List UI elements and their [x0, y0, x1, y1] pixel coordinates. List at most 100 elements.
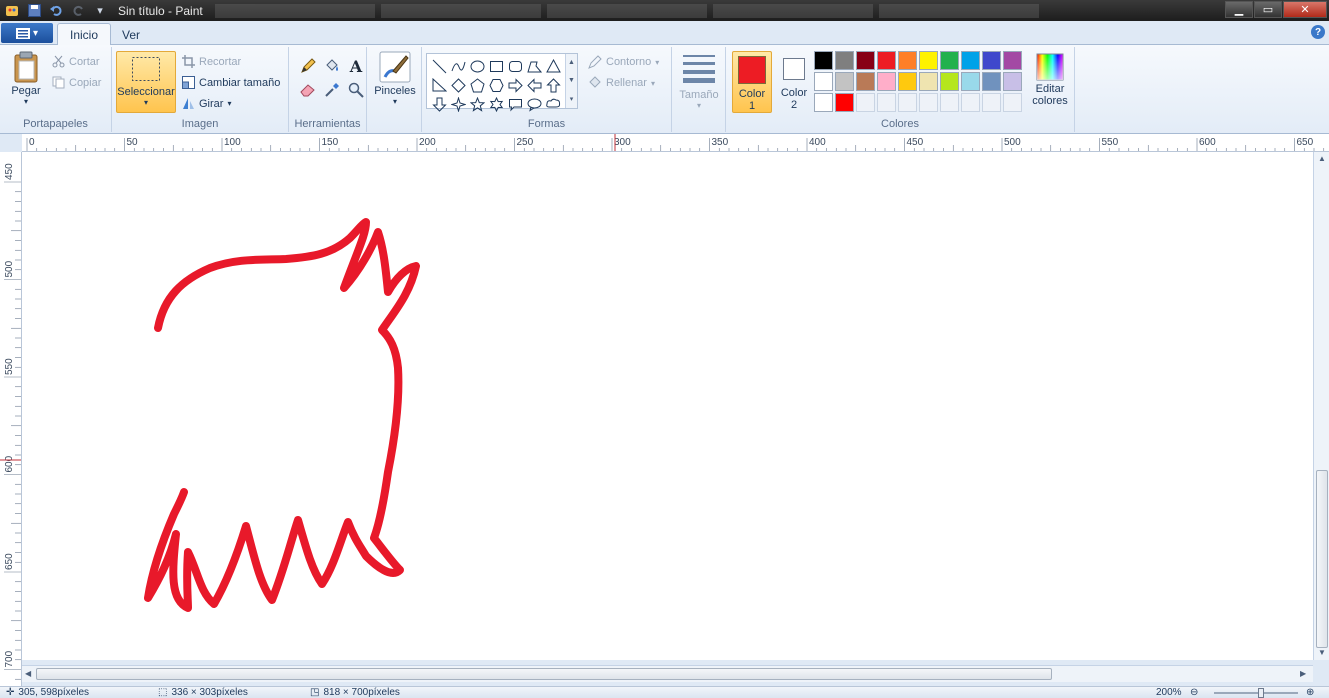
tab-inicio[interactable]: Inicio — [57, 23, 112, 46]
palette-color-swatch[interactable] — [877, 72, 896, 91]
color2-button[interactable]: Color 2 — [774, 51, 814, 113]
rectangle-shape-icon[interactable] — [487, 57, 506, 76]
resize-button[interactable]: Cambiar tamaño — [182, 76, 280, 89]
scroll-down-arrow-icon[interactable]: ▼ — [1318, 648, 1326, 657]
expand-gallery-icon[interactable]: ▾ — [570, 95, 574, 103]
copy-button[interactable]: Copiar — [52, 76, 101, 89]
palette-color-swatch[interactable] — [1003, 51, 1022, 70]
zoom-in-icon[interactable]: ⊕ — [1306, 687, 1314, 698]
brushes-button[interactable]: Pinceles ▾ — [372, 51, 418, 106]
vertical-scroll-thumb[interactable] — [1316, 470, 1328, 648]
rounded-rectangle-shape-icon[interactable] — [506, 57, 525, 76]
five-point-star-shape-icon[interactable] — [468, 95, 487, 114]
line-shape-icon[interactable] — [430, 57, 449, 76]
edit-colors-button[interactable]: Editar colores — [1028, 53, 1072, 107]
help-icon[interactable]: ? — [1311, 25, 1325, 39]
palette-color-swatch[interactable] — [835, 72, 854, 91]
palette-color-swatch[interactable] — [856, 51, 875, 70]
palette-color-swatch[interactable] — [940, 72, 959, 91]
palette-color-swatch[interactable] — [898, 72, 917, 91]
palette-color-swatch[interactable] — [877, 51, 896, 70]
size-button[interactable]: Tamaño ▾ — [678, 53, 720, 110]
palette-color-swatch[interactable] — [856, 72, 875, 91]
left-arrow-shape-icon[interactable] — [525, 76, 544, 95]
tab-ver[interactable]: Ver — [110, 23, 152, 46]
palette-color-swatch[interactable] — [982, 72, 1001, 91]
palette-empty-swatch[interactable] — [919, 93, 938, 112]
paint-app-icon[interactable] — [4, 3, 20, 19]
drawing-canvas[interactable] — [22, 152, 1314, 660]
zoom-slider-thumb[interactable] — [1258, 688, 1264, 698]
eraser-icon[interactable] — [297, 79, 319, 101]
scroll-left-arrow-icon[interactable]: ◀ — [25, 669, 31, 678]
oval-shape-icon[interactable] — [468, 57, 487, 76]
cloud-callout-icon[interactable] — [544, 95, 563, 114]
polygon-shape-icon[interactable] — [525, 57, 544, 76]
hexagon-shape-icon[interactable] — [487, 76, 506, 95]
palette-empty-swatch[interactable] — [856, 93, 875, 112]
scroll-right-arrow-icon[interactable]: ▶ — [1300, 669, 1306, 678]
text-tool-icon[interactable]: A — [345, 55, 367, 77]
palette-empty-swatch[interactable] — [961, 93, 980, 112]
up-arrow-shape-icon[interactable] — [544, 76, 563, 95]
vertical-scrollbar[interactable]: ▲ ▼ — [1313, 152, 1329, 660]
horizontal-scroll-thumb[interactable] — [36, 668, 1052, 680]
select-button[interactable]: Seleccionar ▾ — [116, 51, 176, 113]
minimize-button[interactable]: ▁ — [1225, 1, 1253, 18]
paste-button[interactable]: Pegar ▾ — [8, 51, 44, 106]
maximize-button[interactable]: ▭ — [1254, 1, 1282, 18]
palette-color-swatch[interactable] — [919, 72, 938, 91]
palette-color-swatch[interactable] — [835, 51, 854, 70]
zoom-in-button[interactable]: ⊕ — [1306, 687, 1314, 698]
down-arrow-shape-icon[interactable] — [430, 95, 449, 114]
crop-button[interactable]: Recortar — [182, 55, 241, 68]
palette-color-swatch[interactable] — [898, 51, 917, 70]
zoom-out-button[interactable]: ⊖ — [1190, 687, 1198, 698]
oval-callout-icon[interactable] — [525, 95, 544, 114]
undo-icon[interactable] — [48, 3, 64, 19]
palette-empty-swatch[interactable] — [982, 93, 1001, 112]
close-button[interactable]: ✕ — [1283, 1, 1327, 18]
triangle-shape-icon[interactable] — [544, 57, 563, 76]
palette-color-swatch[interactable] — [814, 93, 833, 112]
scroll-up-arrow-icon[interactable]: ▲ — [1318, 154, 1326, 163]
shapes-scroll[interactable]: ▲ ▼ ▾ — [565, 54, 577, 108]
save-icon[interactable] — [26, 3, 42, 19]
palette-color-swatch[interactable] — [961, 51, 980, 70]
fill-button[interactable]: Rellenar ▾ — [588, 76, 655, 90]
palette-color-swatch[interactable] — [919, 51, 938, 70]
cut-button[interactable]: Cortar — [52, 55, 100, 68]
palette-color-swatch[interactable] — [1003, 72, 1022, 91]
four-point-star-shape-icon[interactable] — [449, 95, 468, 114]
palette-color-swatch[interactable] — [961, 72, 980, 91]
palette-empty-swatch[interactable] — [877, 93, 896, 112]
rotate-button[interactable]: Girar ▾ — [182, 97, 231, 110]
curve-shape-icon[interactable] — [449, 57, 468, 76]
diamond-shape-icon[interactable] — [449, 76, 468, 95]
scroll-down-icon[interactable]: ▼ — [568, 77, 575, 84]
six-point-star-shape-icon[interactable] — [487, 95, 506, 114]
right-arrow-shape-icon[interactable] — [506, 76, 525, 95]
zoom-out-icon[interactable]: ⊖ — [1190, 687, 1198, 698]
customize-toolbar-icon[interactable]: ▾ — [92, 3, 108, 19]
palette-color-swatch[interactable] — [814, 51, 833, 70]
right-triangle-shape-icon[interactable] — [430, 76, 449, 95]
palette-empty-swatch[interactable] — [1003, 93, 1022, 112]
outline-button[interactable]: Contorno ▾ — [588, 55, 659, 69]
pencil-icon[interactable] — [297, 55, 319, 77]
color1-button[interactable]: Color 1 — [732, 51, 772, 113]
palette-color-swatch[interactable] — [982, 51, 1001, 70]
magnifier-icon[interactable] — [345, 79, 367, 101]
palette-empty-swatch[interactable] — [940, 93, 959, 112]
paint-menu-button[interactable]: ▾ — [1, 23, 53, 43]
palette-color-swatch[interactable] — [814, 72, 833, 91]
rectangular-callout-icon[interactable] — [506, 95, 525, 114]
horizontal-scrollbar[interactable]: ◀ ▶ — [22, 665, 1313, 682]
palette-empty-swatch[interactable] — [898, 93, 917, 112]
palette-color-swatch[interactable] — [835, 93, 854, 112]
zoom-slider[interactable] — [1214, 687, 1298, 698]
scroll-up-icon[interactable]: ▲ — [568, 59, 575, 66]
palette-color-swatch[interactable] — [940, 51, 959, 70]
color-picker-icon[interactable] — [321, 79, 343, 101]
pentagon-shape-icon[interactable] — [468, 76, 487, 95]
